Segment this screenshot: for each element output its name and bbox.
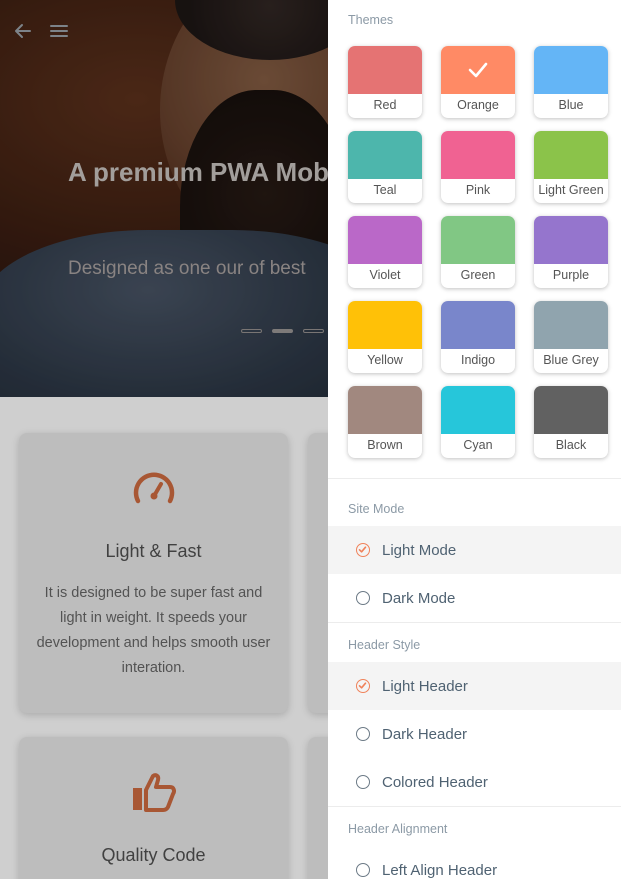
theme-swatch-blue-grey[interactable]: Blue Grey <box>534 301 608 373</box>
header-alignment-label: Header Alignment <box>348 822 448 836</box>
swatch-color <box>348 386 422 434</box>
themes-label: Themes <box>348 13 394 27</box>
settings-drawer: Themes Red Orange Blue Teal Pink Light Green V… <box>328 0 621 879</box>
swatch-color <box>348 131 422 179</box>
swatch-color <box>534 216 608 264</box>
radio-unchecked-icon <box>356 727 370 741</box>
option-dark-mode[interactable]: Dark Mode <box>328 574 621 622</box>
swatch-label: Red <box>373 98 397 112</box>
swatch-label: Purple <box>552 268 590 282</box>
swatch-color <box>441 46 515 94</box>
option-dark-header[interactable]: Dark Header <box>328 710 621 758</box>
site-mode-label: Site Mode <box>348 502 405 516</box>
swatch-label: Teal <box>373 183 397 197</box>
radio-checked-icon <box>356 679 370 693</box>
swatch-label: Green <box>460 268 496 282</box>
swatch-label: Indigo <box>460 353 496 367</box>
option-label: Colored Header <box>382 773 488 791</box>
swatch-label: Cyan <box>463 438 493 452</box>
swatch-color <box>534 131 608 179</box>
swatch-color <box>441 131 515 179</box>
option-light-header[interactable]: Light Header <box>328 662 621 710</box>
option-left-align-header[interactable]: Left Align Header <box>328 846 621 879</box>
theme-swatch-violet[interactable]: Violet <box>348 216 422 288</box>
checkmark-icon <box>468 62 488 78</box>
swatch-color <box>534 46 608 94</box>
theme-swatch-red[interactable]: Red <box>348 46 422 118</box>
theme-swatch-yellow[interactable]: Yellow <box>348 301 422 373</box>
theme-swatch-pink[interactable]: Pink <box>441 131 515 203</box>
option-label: Light Header <box>382 677 468 695</box>
radio-unchecked-icon <box>356 775 370 789</box>
divider <box>328 806 621 807</box>
option-label: Light Mode <box>382 541 457 559</box>
option-label: Left Align Header <box>382 861 498 879</box>
theme-swatch-indigo[interactable]: Indigo <box>441 301 515 373</box>
theme-swatch-orange[interactable]: Orange <box>441 46 515 118</box>
swatch-color <box>441 386 515 434</box>
swatch-label: Light Green <box>538 183 604 197</box>
radio-unchecked-icon <box>356 591 370 605</box>
swatch-color <box>534 386 608 434</box>
swatch-label: Black <box>555 438 587 452</box>
swatch-color <box>348 216 422 264</box>
swatch-color <box>348 301 422 349</box>
divider <box>328 622 621 623</box>
option-label: Dark Header <box>382 725 468 743</box>
divider <box>328 478 621 479</box>
theme-swatch-black[interactable]: Black <box>534 386 608 458</box>
radio-unchecked-icon <box>356 863 370 877</box>
swatch-label: Blue <box>558 98 584 112</box>
swatch-color <box>441 301 515 349</box>
swatch-color <box>348 46 422 94</box>
swatch-label: Violet <box>369 268 401 282</box>
option-light-mode[interactable]: Light Mode <box>328 526 621 574</box>
option-label: Dark Mode <box>382 589 456 607</box>
swatch-label: Brown <box>367 438 403 452</box>
header-style-label: Header Style <box>348 638 421 652</box>
swatch-color <box>441 216 515 264</box>
theme-swatch-light-green[interactable]: Light Green <box>534 131 608 203</box>
swatch-color <box>534 301 608 349</box>
swatch-label: Pink <box>465 183 491 197</box>
theme-swatch-purple[interactable]: Purple <box>534 216 608 288</box>
theme-swatch-cyan[interactable]: Cyan <box>441 386 515 458</box>
swatch-label: Blue Grey <box>543 353 599 367</box>
radio-checked-icon <box>356 543 370 557</box>
theme-swatch-teal[interactable]: Teal <box>348 131 422 203</box>
theme-swatch-blue[interactable]: Blue <box>534 46 608 118</box>
swatch-label: Orange <box>457 98 499 112</box>
swatch-label: Yellow <box>367 353 403 367</box>
option-colored-header[interactable]: Colored Header <box>328 758 621 806</box>
theme-swatch-green[interactable]: Green <box>441 216 515 288</box>
theme-swatch-brown[interactable]: Brown <box>348 386 422 458</box>
